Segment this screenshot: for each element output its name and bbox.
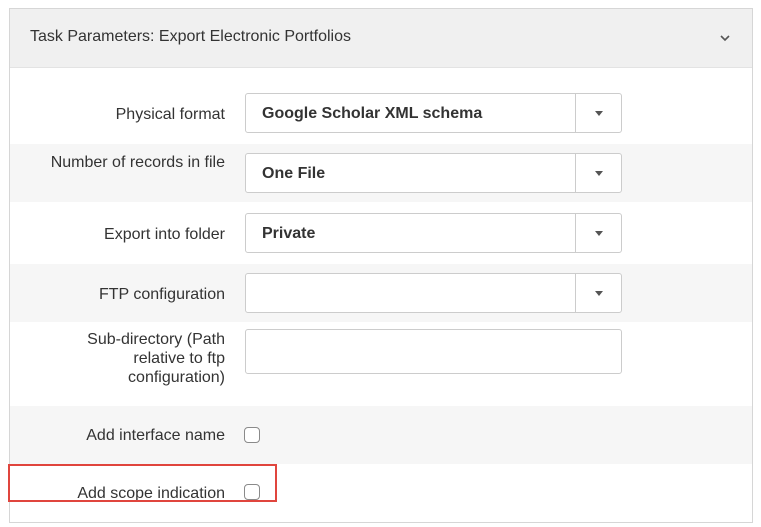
select-divider [575,154,576,192]
export-folder-select[interactable]: Private [245,213,622,253]
physical-format-select[interactable]: Google Scholar XML schema [245,93,622,133]
ftp-configuration-label: FTP configuration [99,286,225,303]
select-divider [575,214,576,252]
highlight-box [8,464,277,502]
physical-format-label: Physical format [115,106,225,123]
row-ftp-configuration: FTP configuration [10,264,752,322]
select-divider [575,274,576,312]
task-parameters-panel: Task Parameters: Export Electronic Portf… [9,8,753,523]
export-folder-label: Export into folder [104,226,225,243]
row-add-interface-name: Add interface name [10,406,752,464]
panel-title: Task Parameters: Export Electronic Portf… [30,28,352,45]
records-in-file-select[interactable]: One File [245,153,622,193]
physical-format-value: Google Scholar XML schema [262,105,483,122]
add-interface-name-label: Add interface name [86,427,225,444]
caret-down-icon[interactable] [595,111,603,116]
records-in-file-value: One File [262,165,326,182]
row-records-in-file: Number of records in file One File [10,144,752,202]
add-interface-name-checkbox[interactable] [244,427,260,443]
records-in-file-label: Number of records in file [50,154,225,171]
chevron-down-icon[interactable] [718,31,732,45]
select-divider [575,94,576,132]
export-folder-value: Private [262,225,316,242]
row-physical-format: Physical format Google Scholar XML schem… [10,84,752,142]
row-export-folder: Export into folder Private [10,204,752,262]
row-sub-directory: Sub-directory (Path relative to ftp conf… [10,324,752,404]
caret-down-icon[interactable] [595,231,603,236]
caret-down-icon[interactable] [595,291,603,296]
sub-directory-input[interactable] [245,329,622,374]
panel-header[interactable]: Task Parameters: Export Electronic Portf… [10,9,752,68]
caret-down-icon[interactable] [595,171,603,176]
sub-directory-label: Sub-directory (Path relative to ftp conf… [87,331,225,386]
ftp-configuration-select[interactable] [245,273,622,313]
